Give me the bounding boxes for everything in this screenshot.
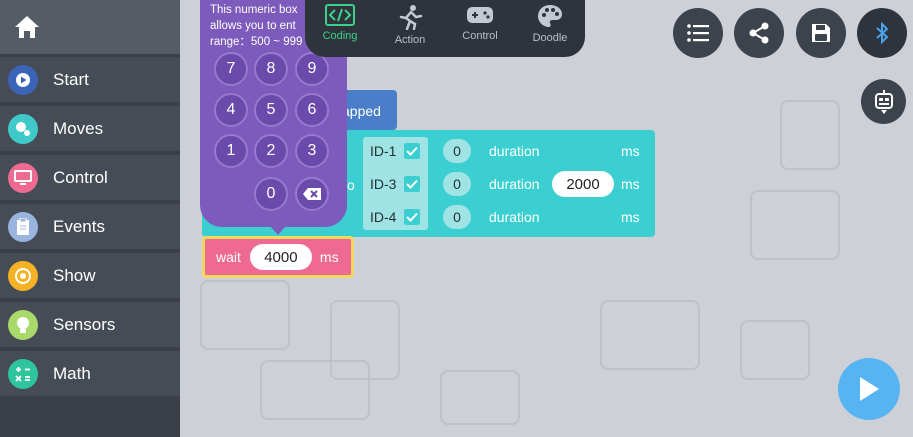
wait-label: wait (216, 249, 241, 265)
list-icon (687, 24, 709, 42)
duration-label: duration (489, 176, 540, 192)
background-robot-part (740, 320, 810, 380)
sidebar-item-start[interactable]: Start (0, 57, 180, 104)
monitor-icon (8, 162, 38, 193)
check-icon (406, 179, 418, 189)
duration-unit: ms (621, 209, 640, 225)
servo-angle-input[interactable]: 0 (443, 172, 471, 196)
sidebar-item-label: Events (53, 216, 105, 236)
sidebar-item-show[interactable]: Show (0, 253, 180, 300)
duration-label: duration (489, 209, 540, 225)
home-button[interactable] (0, 0, 180, 54)
save-button[interactable] (796, 8, 846, 58)
robot-icon (874, 89, 893, 114)
math-icon (8, 358, 38, 389)
tab-label: Coding (322, 30, 358, 42)
show-icon (8, 260, 38, 291)
sidebar-item-label: Math (53, 363, 91, 383)
tab-doodle[interactable]: Doodle (520, 4, 580, 57)
servo-angle-input[interactable]: 0 (443, 139, 471, 163)
block-category-sidebar: Start Moves Control Events Show Sensors (0, 0, 180, 437)
sidebar-item-math[interactable]: Math (0, 351, 180, 398)
background-robot-part (200, 280, 290, 350)
program-list-button[interactable] (673, 8, 723, 58)
servo-id-label: ID-3 (370, 176, 397, 192)
bluetooth-icon (876, 22, 889, 44)
key-0[interactable]: 0 (254, 177, 288, 211)
share-button[interactable] (734, 8, 784, 58)
code-icon (325, 4, 355, 26)
tab-control[interactable]: Control (450, 4, 510, 57)
check-icon (406, 146, 418, 156)
servo-id-checkbox[interactable] (404, 209, 420, 225)
mode-tabs: Coding Action Control Doodle (305, 0, 585, 57)
sidebar-item-moves[interactable]: Moves (0, 106, 180, 153)
moves-icon (8, 113, 38, 144)
wait-duration-input[interactable]: 4000 (249, 244, 312, 270)
robot-connect-button[interactable] (861, 79, 906, 124)
servo-id-label: ID-4 (370, 209, 397, 225)
key-1[interactable]: 1 (214, 134, 248, 168)
tab-label: Control (462, 30, 498, 42)
key-6[interactable]: 6 (295, 93, 329, 127)
tab-label: Doodle (532, 32, 568, 44)
background-robot-part (440, 370, 520, 425)
key-3[interactable]: 3 (295, 134, 329, 168)
run-program-button[interactable] (838, 358, 900, 420)
duration-unit: ms (621, 143, 640, 159)
share-icon (749, 22, 769, 44)
duration-input[interactable]: 2000 (552, 171, 614, 197)
sidebar-item-label: Control (53, 167, 108, 187)
event-block-label: apped (342, 103, 381, 119)
play-circle-icon (8, 64, 38, 95)
sidebar-item-label: Sensors (53, 314, 116, 334)
sidebar-item-label: Moves (53, 118, 104, 138)
sidebar-item-control[interactable]: Control (0, 155, 180, 202)
key-8[interactable]: 8 (254, 52, 288, 86)
duration-unit: ms (621, 176, 640, 192)
wait-unit: ms (319, 249, 339, 265)
wait-block[interactable]: wait 4000 ms (202, 236, 354, 278)
key-2[interactable]: 2 (254, 134, 288, 168)
sidebar-item-events[interactable]: Events (0, 204, 180, 251)
save-icon (812, 24, 830, 42)
key-4[interactable]: 4 (214, 93, 248, 127)
backspace-key[interactable] (295, 177, 329, 211)
background-robot-part (750, 190, 840, 260)
servo-id-checkbox[interactable] (404, 143, 420, 159)
background-robot-part (600, 300, 700, 370)
key-7[interactable]: 7 (214, 52, 248, 86)
tab-coding[interactable]: Coding (310, 4, 370, 57)
play-icon (860, 377, 879, 401)
palette-icon (538, 5, 562, 27)
clipboard-icon (8, 211, 38, 242)
backspace-icon (303, 188, 321, 200)
tab-label: Action (394, 34, 426, 46)
key-5[interactable]: 5 (254, 93, 288, 127)
servo-angle-input[interactable]: 0 (443, 205, 471, 229)
sidebar-item-label: Show (53, 265, 96, 285)
background-robot-part (780, 100, 840, 170)
home-icon (15, 16, 39, 38)
servo-id-checkbox[interactable] (404, 176, 420, 192)
running-icon (399, 5, 423, 30)
duration-label: duration (489, 143, 540, 159)
sidebar-item-label: Start (53, 69, 89, 89)
check-icon (406, 212, 418, 222)
gamepad-icon (467, 7, 493, 23)
keypad-pointer (270, 226, 286, 235)
bulb-icon (8, 309, 38, 340)
tab-action[interactable]: Action (380, 4, 440, 57)
bluetooth-button[interactable] (857, 8, 907, 58)
background-robot-part (260, 360, 370, 420)
sidebar-item-sensors[interactable]: Sensors (0, 302, 180, 349)
key-9[interactable]: 9 (295, 52, 329, 86)
servo-id-label: ID-1 (370, 143, 397, 159)
